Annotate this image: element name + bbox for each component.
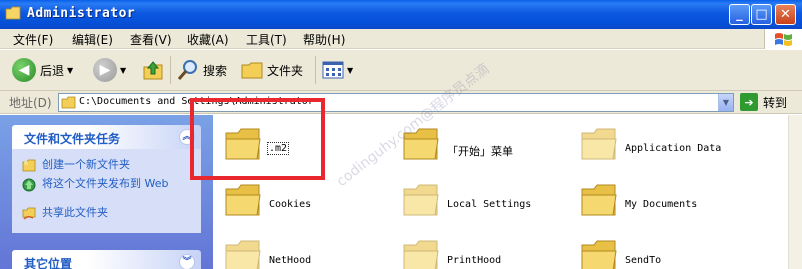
search-button[interactable]: 搜索 [177,50,227,90]
windows-logo [764,29,802,49]
minimize-button[interactable]: _ [729,4,750,25]
folder-icon [581,240,617,269]
file-name: Cookies [269,199,312,210]
chevron-down-icon[interactable]: ▼ [347,66,353,75]
windows-flag-icon [775,33,792,46]
maximize-icon: □ [755,7,768,22]
back-button[interactable]: ◀ 后退 ▼ [12,50,73,90]
close-button[interactable]: ✕ [775,4,796,25]
file-name: 「开始」菜单 [447,145,513,158]
file-name: PrintHood [447,255,502,266]
tasks-panel-body: 创建一个新文件夹 将这个文件夹发布到 Web 共享此文件夹 [12,149,201,233]
tasks-panel-header[interactable]: 文件和文件夹任务 ︽ [12,125,201,149]
menu-favorites[interactable]: 收藏(A) [187,31,229,48]
task-new-folder[interactable]: 创建一个新文件夹 [22,159,130,172]
back-arrow-icon: ◀ [12,58,36,82]
search-icon [177,60,197,80]
menu-file[interactable]: 文件(F) [13,31,53,48]
menu-bar: 文件(F) 编辑(E) 查看(V) 收藏(A) 工具(T) 帮助(H) [0,29,802,49]
other-places-panel-header[interactable]: 其它位置 ︾ [12,250,201,269]
new-folder-icon [22,159,36,172]
file-name: SendTo [625,255,662,266]
views-icon [322,61,344,79]
go-arrow-icon: ➔ [740,93,758,111]
folder-icon [225,184,261,216]
expand-icon[interactable]: ︾ [179,254,195,269]
share-folder-icon [22,207,36,220]
search-label: 搜索 [203,63,228,78]
other-places-title: 其它位置 [24,257,73,269]
toolbar-separator [315,56,316,84]
folder-icon [581,128,617,160]
file-name: My Documents [625,199,698,210]
folders-icon [241,62,263,79]
maximize-button[interactable]: □ [751,4,772,25]
folder-icon [403,184,439,216]
menu-view[interactable]: 查看(V) [130,31,172,48]
menu-tools[interactable]: 工具(T) [246,31,287,48]
address-dropdown-button[interactable]: ▼ [718,94,733,111]
file-name: Local Settings [447,199,532,210]
menu-help[interactable]: 帮助(H) [303,31,345,48]
forward-arrow-icon: ▶ [93,58,117,82]
task-publish-web[interactable]: 将这个文件夹发布到 Web [22,178,192,192]
tasks-panel-title: 文件和文件夹任务 [24,132,121,146]
chevron-down-icon[interactable]: ▼ [67,66,73,75]
minimize-icon: _ [736,7,743,22]
chevron-down-icon: ▼ [722,98,730,107]
annotation-highlight-box [190,98,325,180]
folders-label: 文件夹 [267,63,304,78]
go-button[interactable]: ➔ 转到 [740,93,787,111]
task-label: 共享此文件夹 [42,206,108,219]
go-label: 转到 [763,95,788,110]
back-label: 后退 [40,63,65,78]
address-bar: 地址(D) C:\Documents and Settings\Administ… [0,91,802,114]
task-share-folder[interactable]: 共享此文件夹 [22,207,108,220]
window-title: Administrator [27,6,136,21]
title-bar[interactable]: Administrator _ □ ✕ [0,0,802,29]
folder-icon [581,184,617,216]
close-icon: ✕ [780,7,791,22]
folder-icon [61,96,76,109]
folder-icon [403,240,439,269]
address-input[interactable]: C:\Documents and Settings\Administrator … [58,93,734,112]
address-label: 地址(D) [9,96,52,110]
task-pane: 文件和文件夹任务 ︽ 创建一个新文件夹 将这个文件夹发布到 Web 共享此文件夹 [0,115,213,269]
menu-edit[interactable]: 编辑(E) [72,31,113,48]
task-label: 将这个文件夹发布到 Web [42,177,169,190]
forward-button[interactable]: ▶ ▼ [93,50,126,90]
folders-button[interactable]: 文件夹 [241,50,303,90]
file-name: NetHood [269,255,312,266]
views-button[interactable]: ▼ [322,50,353,90]
publish-web-icon [22,178,36,192]
chevron-down-icon[interactable]: ▼ [120,66,126,75]
file-name: Application Data [625,143,722,154]
up-folder-button[interactable] [141,50,165,90]
toolbar-separator [170,56,171,84]
up-folder-icon [143,61,163,80]
task-label: 创建一个新文件夹 [42,158,130,171]
vertical-scrollbar[interactable] [788,115,802,269]
toolbar: ◀ 后退 ▼ ▶ ▼ 搜索 文件夹 ▼ [0,50,802,91]
folder-icon [225,240,261,269]
folder-icon [5,6,21,20]
